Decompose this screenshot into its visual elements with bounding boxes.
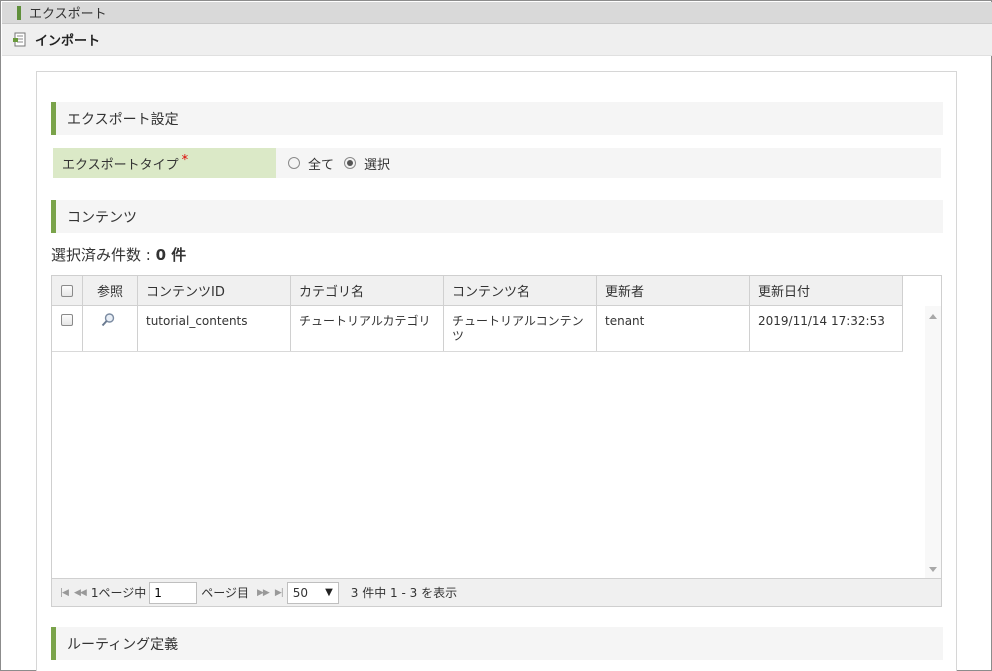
main-panel: エクスポート設定 エクスポートタイプ * 全て 選択 コンテンツ 選択済み件数 … (36, 71, 957, 671)
content-id-cell: tutorial_contents (138, 306, 291, 351)
updated-at-cell: 2019/11/14 17:32:53 (750, 306, 903, 351)
grid-vertical-scrollbar[interactable] (925, 306, 941, 578)
record-summary: 3 件中 1 - 3 を表示 (350, 586, 458, 600)
export-type-label: エクスポートタイプ * (53, 148, 276, 178)
page-of-label: 1ページ中 (90, 586, 147, 600)
document-icon (13, 32, 27, 48)
page-number-input[interactable] (149, 581, 198, 604)
contents-heading: コンテンツ (51, 200, 943, 233)
scroll-up-arrow-icon[interactable] (929, 314, 937, 319)
first-page-icon[interactable]: |◀ (60, 588, 69, 598)
routing-title: ルーティング定義 (67, 636, 179, 653)
export-type-row: エクスポートタイプ * 全て 選択 (53, 148, 941, 178)
radio-all-label[interactable]: 全て (308, 154, 334, 173)
export-settings-heading: エクスポート設定 (51, 102, 943, 135)
scroll-down-arrow-icon[interactable] (929, 567, 937, 572)
last-page-icon[interactable]: ▶| (275, 588, 284, 598)
export-type-label-text: エクスポートタイプ (62, 157, 179, 173)
import-title: インポート (35, 34, 101, 49)
export-section-bar[interactable]: エクスポート (2, 2, 992, 24)
contents-title: コンテンツ (67, 209, 137, 226)
radio-all[interactable] (288, 157, 300, 169)
window: エクスポート インポート エクスポート設定 エクスポートタイプ * 全て 選択 … (0, 0, 992, 671)
grid-header: 参照 コンテンツID カテゴリ名 コンテンツ名 更新者 更新日付 (52, 276, 903, 306)
page-suffix-label: ページ目 (201, 586, 249, 600)
import-section-bar[interactable]: インポート (2, 24, 992, 56)
col-header-category-name[interactable]: カテゴリ名 (291, 276, 444, 305)
reference-cell (83, 306, 138, 351)
select-all-checkbox[interactable] (61, 284, 73, 297)
prev-page-icon[interactable]: ◀◀ (74, 588, 87, 598)
col-header-reference[interactable]: 参照 (83, 276, 138, 305)
row-checkbox[interactable] (61, 314, 73, 326)
table-row[interactable]: tutorial_contents チュートリアルカテゴリ チュートリアルコンテ… (52, 306, 903, 352)
page-size-value: 50 (292, 585, 309, 600)
grid-pager: |◀ ◀◀ 1ページ中 ページ目 ▶▶ ▶| 50 ▼ 3 件中 1 - 3 を… (52, 578, 941, 606)
select-all-cell (52, 276, 83, 305)
magnifier-icon[interactable] (100, 312, 116, 332)
content-name-cell: チュートリアルコンテンツ (444, 306, 597, 351)
selected-count-value: 0 件 (155, 246, 187, 264)
next-page-icon[interactable]: ▶▶ (257, 588, 270, 598)
category-name-cell: チュートリアルカテゴリ (291, 306, 444, 351)
radio-select[interactable] (344, 157, 357, 169)
required-mark: * (181, 152, 189, 168)
col-header-content-id[interactable]: コンテンツID (138, 276, 291, 305)
export-settings-title: エクスポート設定 (67, 111, 179, 128)
selected-count-label: 選択済み件数 : (51, 246, 156, 264)
selected-count: 選択済み件数 : 0 件 (51, 244, 186, 265)
routing-heading: ルーティング定義 (51, 627, 943, 660)
col-header-content-name[interactable]: コンテンツ名 (444, 276, 597, 305)
col-header-updated-by[interactable]: 更新者 (597, 276, 750, 305)
radio-select-label[interactable]: 選択 (364, 154, 390, 173)
export-type-radio-group: 全て 選択 (288, 154, 400, 173)
contents-grid: 参照 コンテンツID カテゴリ名 コンテンツ名 更新者 更新日付 tutoria… (51, 275, 942, 607)
dropdown-arrow-icon: ▼ (325, 587, 333, 598)
row-checkbox-cell (52, 306, 83, 351)
col-header-updated-at[interactable]: 更新日付 (750, 276, 903, 305)
updated-by-cell: tenant (597, 306, 750, 351)
export-title: エクスポート (29, 7, 107, 22)
section-marker-icon (17, 5, 21, 20)
page-size-select[interactable]: 50 ▼ (286, 581, 339, 604)
